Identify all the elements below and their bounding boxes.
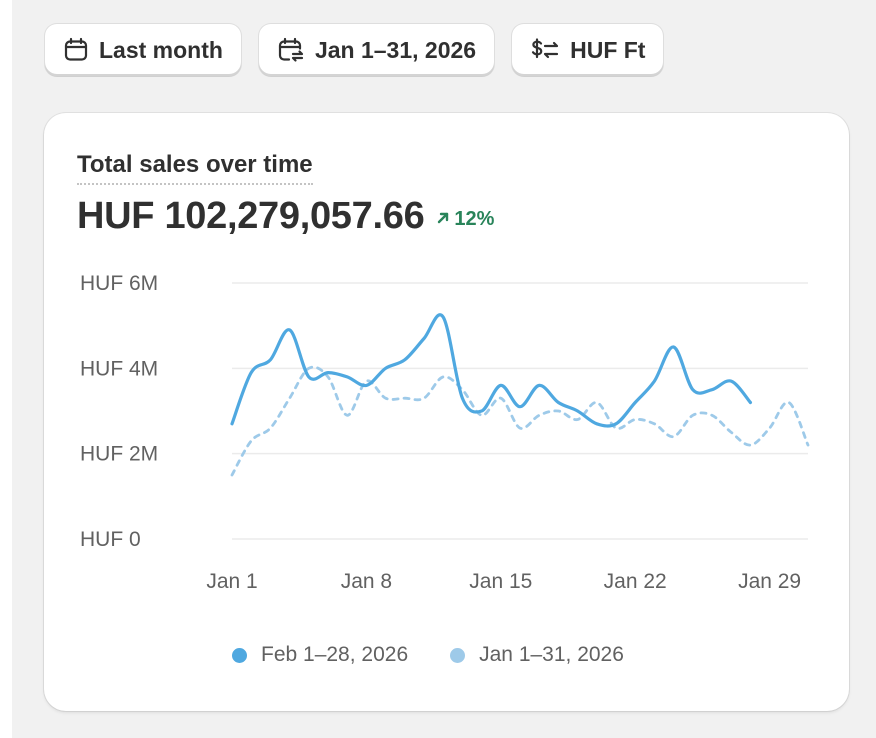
calendar-icon <box>63 37 89 63</box>
currency-label: HUF Ft <box>570 36 646 63</box>
currency-button[interactable]: HUF Ft <box>512 24 664 76</box>
x-tick-label: Jan 8 <box>341 570 392 593</box>
legend-dot-comparison <box>450 647 466 663</box>
y-tick-label: HUF 2M <box>80 443 158 466</box>
y-tick-label: HUF 4M <box>80 357 158 380</box>
filter-bar: Last month Jan 1–31, 2026 HUF Ft <box>45 24 664 76</box>
date-range-label: Jan 1–31, 2026 <box>314 36 477 63</box>
legend-item-primary[interactable]: Feb 1–28, 2026 <box>232 643 408 667</box>
calendar-compare-icon <box>277 37 305 63</box>
period-filter-button[interactable]: Last month <box>45 24 241 76</box>
legend-dot-primary <box>232 647 247 663</box>
sales-line-chart: HUF 0 HUF 2M HUF 4M HUF 6M Jan 1 Jan 8 Jan 15 J… <box>80 272 810 593</box>
sidebar-edge <box>0 0 12 738</box>
y-tick-label: HUF 0 <box>80 528 141 551</box>
legend-label-primary: Feb 1–28, 2026 <box>261 643 409 666</box>
x-tick-label: Jan 15 <box>469 570 532 593</box>
period-filter-label: Last month <box>99 36 223 63</box>
x-tick-label: Jan 22 <box>604 570 667 593</box>
legend-item-comparison[interactable]: Jan 1–31, 2026 <box>450 643 624 667</box>
x-tick-label: Jan 29 <box>738 570 801 593</box>
currency-exchange-icon <box>530 37 560 63</box>
legend-label-comparison: Jan 1–31, 2026 <box>479 643 624 666</box>
chart-legend: Feb 1–28, 2026 Jan 1–31, 2026 <box>232 643 624 667</box>
sales-chart-card: Total sales over time HUF 102,279,057.66… <box>44 113 849 711</box>
date-range-button[interactable]: Jan 1–31, 2026 <box>258 24 495 76</box>
y-tick-label: HUF 6M <box>80 272 158 295</box>
x-tick-label: Jan 1 <box>206 570 257 593</box>
series-line-primary <box>230 313 752 428</box>
